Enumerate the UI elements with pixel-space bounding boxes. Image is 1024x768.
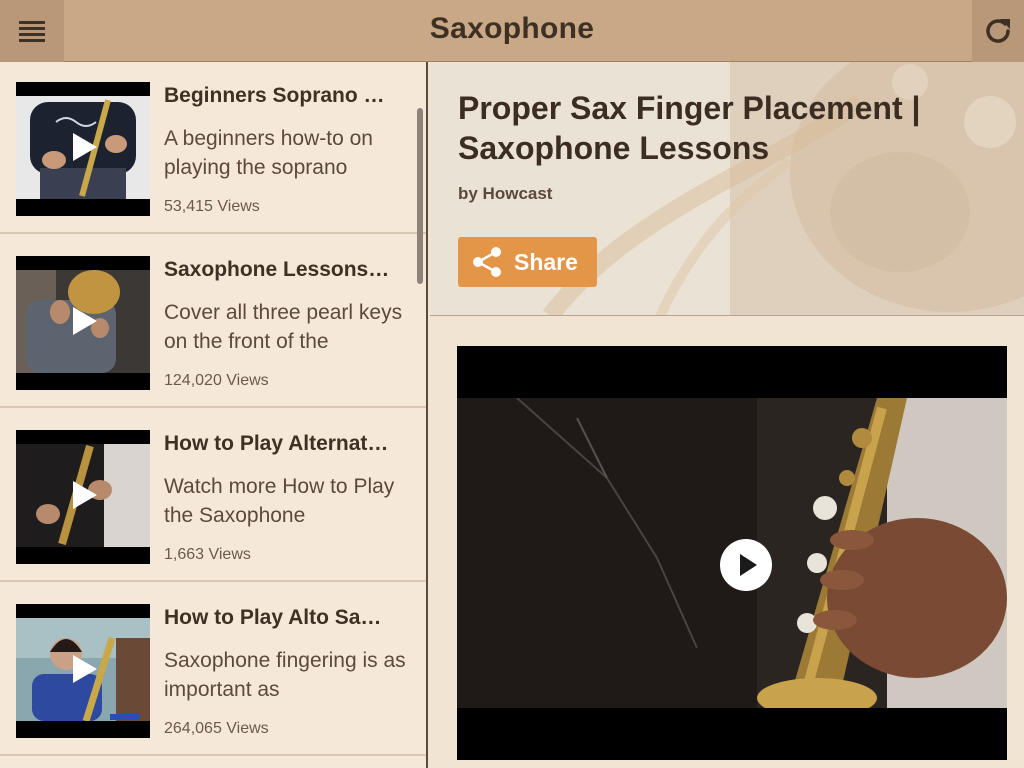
video-thumbnail	[16, 604, 150, 738]
video-views: 124,020 Views	[164, 372, 269, 389]
video-views: 264,065 Views	[164, 720, 269, 737]
video-views: 53,415 Views	[164, 198, 260, 215]
video-thumbnail	[16, 82, 150, 216]
video-description: Cover all three pearl keys on the front …	[164, 301, 403, 353]
share-icon	[473, 247, 501, 277]
video-list-item[interactable]: How to Play Alto Sa… Saxophone fingering…	[0, 584, 426, 756]
video-list-item[interactable]: Saxophone Lessons… Cover all three pearl…	[0, 236, 426, 408]
video-description: Saxophone fingering is as important as	[164, 649, 406, 701]
video-thumbnail	[16, 256, 150, 390]
play-icon	[73, 307, 97, 335]
video-title: How to Play Alto Sa…	[164, 606, 382, 629]
video-header: Proper Sax Finger Placement | Saxophone …	[430, 62, 1024, 316]
play-icon[interactable]	[719, 538, 773, 592]
refresh-icon	[986, 19, 1010, 43]
refresh-button[interactable]	[972, 0, 1024, 62]
video-author: by Howcast	[458, 184, 553, 203]
play-icon	[73, 655, 97, 683]
video-detail-panel: Proper Sax Finger Placement | Saxophone …	[430, 62, 1024, 768]
video-description: Watch more How to Play the Saxophone	[164, 475, 395, 527]
play-icon	[73, 133, 97, 161]
video-title: Beginners Soprano …	[164, 84, 385, 107]
list-scrollbar[interactable]	[417, 108, 423, 284]
video-description: A beginners how-to on playing the sopran…	[164, 127, 373, 179]
video-views: 1,663 Views	[164, 546, 251, 563]
video-list-item[interactable]: How to Play Alternat… Watch more How to …	[0, 410, 426, 582]
share-button[interactable]: Share	[458, 237, 597, 287]
video-title: How to Play Alternat…	[164, 432, 389, 455]
video-title: Saxophone Lessons…	[164, 258, 390, 281]
video-player[interactable]	[457, 346, 1007, 760]
app-title: Saxophone	[429, 12, 595, 45]
play-icon	[73, 481, 97, 509]
video-list[interactable]: Beginners Soprano … A beginners how-to o…	[0, 62, 428, 768]
video-title-heading: Proper Sax Finger Placement | Saxophone …	[458, 90, 921, 166]
video-list-item[interactable]: Beginners Soprano … A beginners how-to o…	[0, 62, 426, 234]
video-thumbnail	[16, 430, 150, 564]
share-label: Share	[514, 248, 578, 275]
top-app-bar: Saxophone	[0, 0, 1024, 62]
